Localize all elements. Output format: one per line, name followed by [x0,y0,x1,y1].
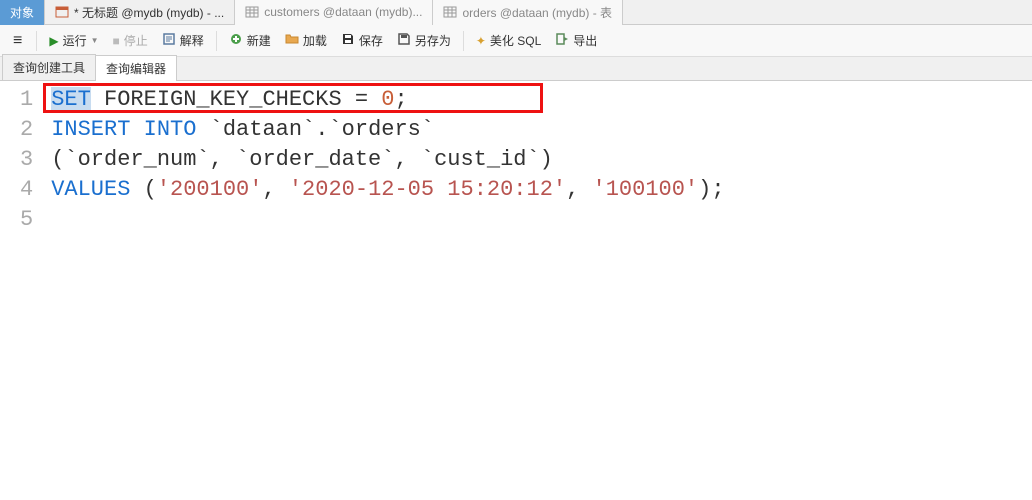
run-button[interactable]: ▶ 运行 ▼ [43,29,104,52]
query-tab-icon [55,5,69,19]
tab-query-untitled[interactable]: * 无标题 @mydb (mydb) - ... [45,0,235,25]
export-icon [555,32,569,49]
tab-customers[interactable]: customers @dataan (mydb)... [235,0,433,25]
tab-objects[interactable]: 对象 [0,0,45,25]
code-line: SET FOREIGN_KEY_CHECKS = 0; [51,85,1022,115]
dropdown-arrow-icon: ▼ [91,36,99,45]
save-icon [341,32,355,49]
saveas-icon [397,32,411,49]
beautify-button[interactable]: ✦ 美化 SQL [470,29,547,52]
load-button[interactable]: 加载 [279,29,333,52]
tab-label: customers @dataan (mydb)... [264,5,422,19]
table-tab-icon [443,5,457,19]
toolbar: ≡ ▶ 运行 ▼ ■ 停止 解释 新建 加载 保存 [0,25,1032,57]
line-number: 2 [20,115,33,145]
toolbar-label: 另存为 [415,32,451,49]
tab-label: 对象 [10,4,34,21]
export-button[interactable]: 导出 [549,29,603,52]
toolbar-label: 新建 [247,32,271,49]
toolbar-label: 解释 [180,32,204,49]
line-number: 1 [20,85,33,115]
toolbar-label: 停止 [124,32,148,49]
new-icon [229,32,243,49]
code-line [51,205,1022,235]
save-button[interactable]: 保存 [335,29,389,52]
saveas-button[interactable]: 另存为 [391,29,457,52]
stop-icon: ■ [113,34,120,48]
code-line: (`order_num`, `order_date`, `cust_id`) [51,145,1022,175]
explain-button[interactable]: 解释 [156,29,210,52]
separator [216,31,217,51]
sub-tabs: 查询创建工具 查询编辑器 [0,57,1032,81]
play-icon: ▶ [49,34,58,48]
line-number: 4 [20,175,33,205]
stop-button[interactable]: ■ 停止 [107,29,154,52]
tab-label: orders @dataan (mydb) - 表 [462,4,612,21]
explain-icon [162,32,176,49]
sub-tab-builder[interactable]: 查询创建工具 [2,54,96,80]
line-number: 5 [20,205,33,235]
separator [36,31,37,51]
folder-icon [285,32,299,49]
sql-editor[interactable]: 1 2 3 4 5 SET FOREIGN_KEY_CHECKS = 0; IN… [0,81,1032,239]
toolbar-label: 加载 [303,32,327,49]
tab-label: * 无标题 @mydb (mydb) - ... [74,4,224,21]
separator [463,31,464,51]
file-tabs-bar: 对象 * 无标题 @mydb (mydb) - ... customers @d… [0,0,1032,25]
wand-icon: ✦ [476,34,486,48]
toolbar-label: 运行 [63,32,87,49]
code-area[interactable]: SET FOREIGN_KEY_CHECKS = 0; INSERT INTO … [41,81,1032,239]
code-line: INSERT INTO `dataan`.`orders` [51,115,1022,145]
sub-tab-editor[interactable]: 查询编辑器 [95,55,177,81]
table-tab-icon [245,5,259,19]
line-number: 3 [20,145,33,175]
toolbar-label: 美化 SQL [490,32,541,49]
toolbar-label: 导出 [573,32,597,49]
menu-button[interactable]: ≡ [5,32,30,50]
new-button[interactable]: 新建 [223,29,277,52]
toolbar-label: 保存 [359,32,383,49]
line-gutter: 1 2 3 4 5 [0,81,41,239]
tab-orders[interactable]: orders @dataan (mydb) - 表 [433,0,623,25]
code-line: VALUES ('200100', '2020-12-05 15:20:12',… [51,175,1022,205]
